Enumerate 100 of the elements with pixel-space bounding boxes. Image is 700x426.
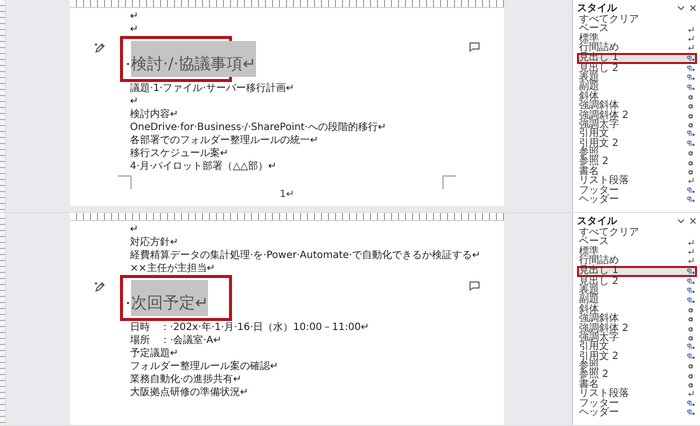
style-item[interactable]: 見出し 1 [577,266,697,277]
paragraph-text: 日時 ：·202x·年·1·月·16·日（水）10:00－11:00↵ [130,321,370,334]
style-item[interactable]: 斜体 [577,304,697,314]
paragraph-text: 対応方針↵ [130,236,178,249]
pilcrow-icon [687,64,695,72]
style-item[interactable]: 強調太字 [577,120,697,130]
paragraph-text: 予定議題↵ [130,347,178,360]
style-item[interactable]: 引用文 2 [577,138,697,148]
style-item[interactable]: 斜体 [577,92,697,102]
character-style-icon [687,149,695,156]
pilcrow-icon [687,140,695,147]
comment-icon[interactable] [468,281,480,291]
style-item[interactable]: 見出し 2 [577,64,697,73]
pilcrow-icon [687,130,695,138]
style-item[interactable]: ベース [577,24,697,34]
character-style-icon [687,112,695,119]
pilcrow-icon [687,84,695,91]
return-icon [687,248,695,255]
style-item[interactable]: 強調斜体 2 [577,324,697,333]
character-style-icon [687,306,695,313]
paragraph-text: 経費精算データの集計処理·を·Power·Automate·で自動化できるか検証する↵ [130,249,480,262]
pane-title: スタイル [577,2,617,14]
style-item[interactable]: 表題 [577,286,697,296]
style-item[interactable]: 参照 [577,148,697,158]
style-item[interactable]: 見出し 1 [577,52,697,64]
style-item[interactable]: すべてクリア [577,15,697,24]
style-item[interactable]: 強調斜体 [577,101,697,111]
paragraph-text: フォルダー整理ルール案の確認↵ [130,360,278,373]
paragraph-mark: ↵ [130,223,138,236]
character-style-icon [687,381,695,388]
style-item[interactable]: 引用文 2 [577,352,697,362]
style-item[interactable]: 強調斜体 [577,314,697,324]
pane-title: スタイル [577,214,617,228]
pilcrow-icon [687,268,695,275]
character-style-icon [687,168,695,176]
paragraph-text: 業務自動化·の進捗共有↵ [130,373,242,386]
style-item[interactable]: 副題 [577,295,697,305]
pilcrow-icon [687,287,695,294]
pilcrow-icon [687,409,695,416]
style-item[interactable]: 強調太字 [577,332,697,342]
return-icon [687,34,695,42]
pilcrow-icon [687,352,695,360]
pen-icon[interactable] [94,281,106,293]
pilcrow-icon [687,186,695,194]
character-style-icon [687,334,695,342]
style-item[interactable]: 引用文 [577,342,697,352]
style-item[interactable]: 参照 [577,361,697,370]
character-style-icon [687,362,695,370]
style-item[interactable]: 表題 [577,72,697,82]
paragraph-text: 議題·1·ファイル·サーバー移行計画↵ [130,82,294,95]
character-style-icon [687,92,695,100]
style-item[interactable]: 参照 2 [577,157,697,167]
page-number: 1↵ [280,189,294,201]
heading-text: 次回予定↵ [131,280,208,316]
character-style-icon [687,102,695,110]
style-item[interactable]: 行間詰め [577,43,697,53]
style-item[interactable]: リスト段落 [577,176,697,186]
character-style-icon [687,158,695,166]
style-item[interactable]: 強調斜体 2 [577,110,697,120]
style-item[interactable]: すべてクリア [577,228,697,238]
style-item[interactable]: フッター [577,398,697,408]
paragraph-mark: ↵ [130,23,138,36]
heading-text: 検討·/·協議事項↵ [131,41,256,77]
pilcrow-icon [687,54,695,62]
paragraph-mark: ↵ [130,10,138,23]
character-style-icon [687,121,695,128]
pilcrow-icon [687,296,695,304]
style-item[interactable]: ヘッダー [577,408,697,418]
paragraph-text: 場所 ：·会議室·A↵ [130,334,222,347]
close-icon[interactable] [689,216,697,224]
style-item[interactable]: ベース [577,237,697,247]
comment-icon[interactable] [468,42,480,52]
paragraph-mark: ↵ [130,95,138,108]
style-item[interactable]: 副題 [577,82,697,92]
pen-icon[interactable] [94,42,106,54]
style-item[interactable]: フッター [577,186,697,196]
paragraph-text: 大阪拠点研修の準備状況↵ [130,386,248,399]
style-item[interactable]: リスト段落 [577,389,697,399]
chevron-down-icon[interactable] [677,4,685,12]
pilcrow-icon [687,400,695,407]
chevron-down-icon[interactable] [677,216,685,224]
pilcrow-icon [687,278,695,285]
margin-corner-mark [442,175,456,189]
paragraph-text: ××主任が主担当↵ [130,262,216,275]
style-item[interactable]: ヘッダー [577,195,697,204]
pilcrow-icon [687,196,695,204]
style-item[interactable]: 参照 2 [577,370,697,380]
pilcrow-icon [687,343,695,350]
character-style-icon [687,372,695,379]
return-icon [687,26,695,33]
style-item[interactable]: 行間詰め [577,256,697,266]
style-item[interactable]: 引用文 [577,129,697,139]
return-icon [687,44,695,52]
return-icon [687,177,695,184]
character-style-icon [687,324,695,332]
pilcrow-icon [687,74,695,82]
style-item[interactable]: 見出し 2 [577,276,697,286]
paragraph-text: 移行スケジュール案↵ [130,147,228,160]
close-icon[interactable] [689,4,697,12]
return-icon [687,238,695,246]
